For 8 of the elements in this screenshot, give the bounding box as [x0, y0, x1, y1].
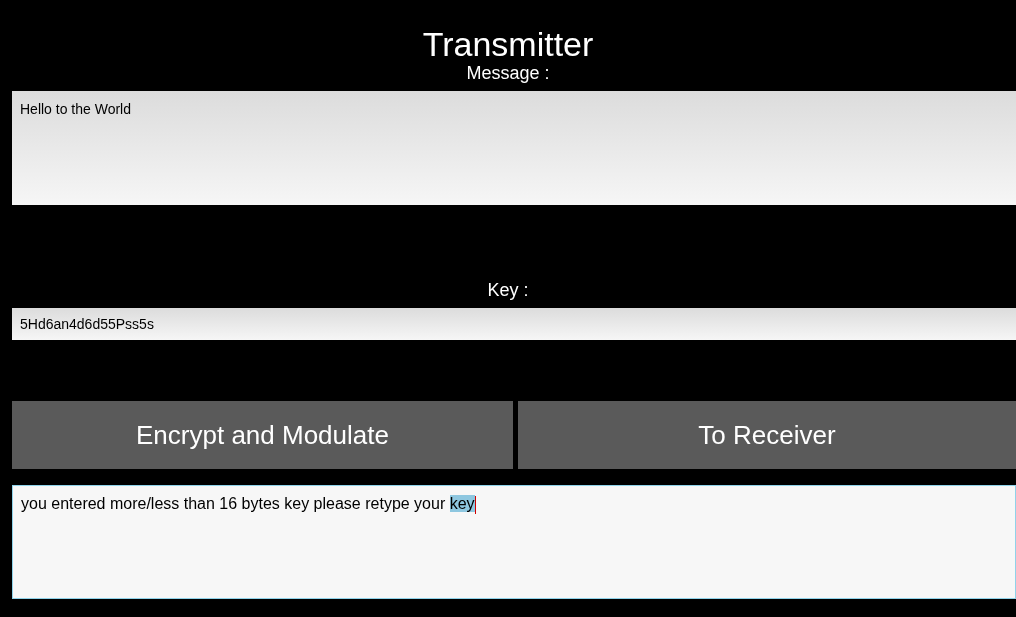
key-field[interactable]: 5Hd6an4d6d55Pss5s: [12, 308, 1016, 340]
action-button[interactable]: Encrypt and Modulate: [12, 401, 513, 469]
message-label: Message :: [466, 62, 551, 84]
action-button[interactable]: To Receiver: [518, 401, 1016, 469]
window-title: Transmitter: [422, 24, 595, 64]
message-field[interactable]: Hello to the World: [12, 91, 1016, 205]
output-field[interactable]: you entered more/less than 16 bytes key please retype your key: [12, 485, 1016, 599]
key-label: Key :: [487, 279, 530, 301]
